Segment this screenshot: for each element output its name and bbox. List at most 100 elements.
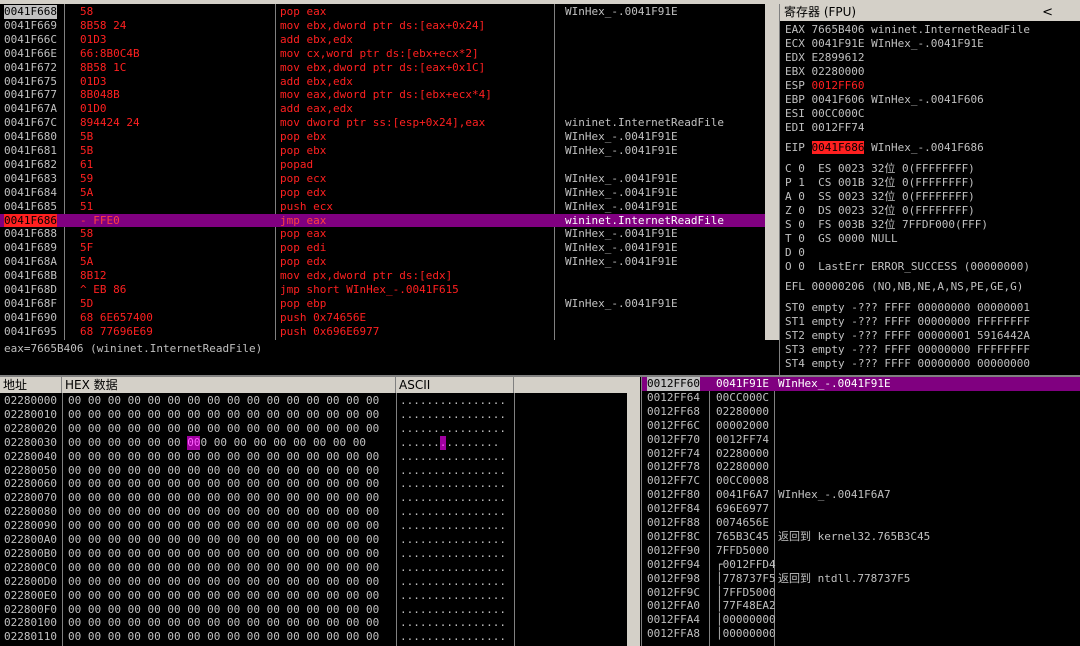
- stack-row[interactable]: 0012FF6C 00002000: [642, 419, 1080, 433]
- register-esp[interactable]: ESP 0012FF60: [785, 79, 864, 93]
- stack-row[interactable]: 0012FF94 ┌0012FFD4: [642, 558, 1080, 572]
- flag-line[interactable]: A 0 SS 0023 32位 0(FFFFFFFF): [785, 190, 975, 204]
- dump-row[interactable]: 02280090 00 00 00 00 00 00 00 00 00 00 00…: [0, 519, 628, 533]
- fpu-register[interactable]: ST1 empty -??? FFFF 00000000 FFFFFFFF: [785, 315, 1030, 329]
- flag-line[interactable]: D 0: [785, 246, 805, 260]
- register-eax[interactable]: EAX 7665B406 wininet.InternetReadFile: [785, 23, 1030, 37]
- stack-row[interactable]: 0012FF68 02280000: [642, 405, 1080, 419]
- disasm-row[interactable]: 0041F690 68 6E657400 push 0x74656E: [0, 311, 765, 325]
- disasm-row[interactable]: 0041F681 5B pop ebx WInHex_-.0041F91E: [0, 144, 765, 158]
- dump-row[interactable]: 02280070 00 00 00 00 00 00 00 00 00 00 00…: [0, 491, 628, 505]
- fpu-register[interactable]: ST4 empty -??? FFFF 00000000 00000000: [785, 357, 1030, 371]
- stack-row[interactable]: 0012FF70 0012FF74: [642, 433, 1080, 447]
- fpu-register[interactable]: ST3 empty -??? FFFF 00000000 FFFFFFFF: [785, 343, 1030, 357]
- disasm-hex: 5F: [80, 241, 94, 255]
- dump-col-hex[interactable]: HEX 数据: [62, 377, 396, 393]
- chevron-left-icon[interactable]: <: [1042, 4, 1053, 21]
- registers-title-bar[interactable]: 寄存器 (FPU) <: [780, 4, 1080, 21]
- stack-row[interactable]: 0012FF90 7FFD5000: [642, 544, 1080, 558]
- dump-row[interactable]: 02280080 00 00 00 00 00 00 00 00 00 00 00…: [0, 505, 628, 519]
- disasm-row[interactable]: 0041F68D ^ EB 86 jmp short WInHex_-.0041F6…: [0, 283, 765, 297]
- register-ebp[interactable]: EBP 0041F606 WInHex_-.0041F606: [785, 93, 984, 107]
- disasm-row[interactable]: 0041F682 61 popad: [0, 158, 765, 172]
- disasm-row[interactable]: 0041F675 01D3 add ebx,edx: [0, 75, 765, 89]
- disasm-row[interactable]: 0041F685 51 push ecx WInHex_-.0041F91E: [0, 200, 765, 214]
- disasm-hex: 59: [80, 171, 94, 185]
- register-eip[interactable]: EIP 0041F686 WInHex_-.0041F686: [785, 141, 984, 155]
- register-edi[interactable]: EDI 0012FF74: [785, 121, 864, 135]
- disasm-row[interactable]: 0041F689 5F pop edi WInHex_-.0041F91E: [0, 241, 765, 255]
- dump-row[interactable]: 022800D0 00 00 00 00 00 00 00 00 00 00 00…: [0, 575, 628, 589]
- dump-row[interactable]: 02280010 00 00 00 00 00 00 00 00 00 00 00…: [0, 408, 628, 422]
- register-efl[interactable]: EFL 00000206 (NO,NB,NE,A,NS,PE,GE,G): [785, 280, 1023, 294]
- disasm-row[interactable]: 0041F680 5B pop ebx WInHex_-.0041F91E: [0, 130, 765, 144]
- stack-row[interactable]: 0012FF7C 00CC0008: [642, 474, 1080, 488]
- register-edx[interactable]: EDX E2899612: [785, 51, 864, 65]
- dump-row[interactable]: 02280050 00 00 00 00 00 00 00 00 00 00 00…: [0, 464, 628, 478]
- stack-row[interactable]: 0012FF60 0041F91E WInHex_-.0041F91E: [642, 377, 1080, 391]
- disassembly-pane[interactable]: 0041F668 58 pop eax WInHex_-.0041F91E 0041F6…: [0, 4, 765, 340]
- stack-row[interactable]: 0012FFA8 │00000000: [642, 627, 1080, 641]
- selected-char[interactable]: .: [439, 435, 447, 450]
- disasm-row[interactable]: 0041F66C 01D3 add ebx,edx: [0, 33, 765, 47]
- flag-line[interactable]: T 0 GS 0000 NULL: [785, 232, 898, 246]
- register-ecx[interactable]: ECX 0041F91E WInHex_-.0041F91E: [785, 37, 984, 51]
- stack-row[interactable]: 0012FF9C │7FFD5000: [642, 586, 1080, 600]
- disasm-row[interactable]: 0041F672 8B58 1C mov ebx,dword ptr ds:[eax…: [0, 61, 765, 75]
- dump-row[interactable]: 022800A0 00 00 00 00 00 00 00 00 00 00 00…: [0, 533, 628, 547]
- dump-row[interactable]: 022800B0 00 00 00 00 00 00 00 00 00 00 00…: [0, 547, 628, 561]
- dump-row[interactable]: 022800C0 00 00 00 00 00 00 00 00 00 00 00…: [0, 561, 628, 575]
- disasm-row[interactable]: 0041F686 - FFE0 jmp eax wininet.InternetRea…: [0, 213, 765, 228]
- flag-line[interactable]: S 0 FS 003B 32位 7FFDF000(FFF): [785, 218, 988, 232]
- stack-row[interactable]: 0012FF88 0074656E: [642, 516, 1080, 530]
- disassembly-scrollbar[interactable]: [765, 4, 779, 340]
- flag-line[interactable]: O 0 LastErr ERROR_SUCCESS (00000000): [785, 260, 1030, 274]
- stack-row[interactable]: 0012FF98 │778737F5 返回到 ntdll.778737F5: [642, 572, 1080, 586]
- dump-col-ascii[interactable]: ASCII: [396, 377, 514, 393]
- disasm-row[interactable]: 0041F677 8B048B mov eax,dword ptr ds:[ebx+…: [0, 88, 765, 102]
- disasm-row[interactable]: 0041F688 58 pop eax WInHex_-.0041F91E: [0, 227, 765, 241]
- stack-row[interactable]: 0012FF84 696E6977: [642, 502, 1080, 516]
- hex-dump-pane[interactable]: 02280000 00 00 00 00 00 00 00 00 00 00 00…: [0, 393, 628, 646]
- stack-row[interactable]: 0012FF8C 765B3C45 返回到 kernel32.765B3C45: [642, 530, 1080, 544]
- fpu-register[interactable]: ST2 empty -??? FFFF 00000001 5916442A: [785, 329, 1030, 343]
- stack-row[interactable]: 0012FFA4 │00000000: [642, 613, 1080, 627]
- disasm-row[interactable]: 0041F68B 8B12 mov edx,dword ptr ds:[edx]: [0, 269, 765, 283]
- dump-row[interactable]: 02280100 00 00 00 00 00 00 00 00 00 00 00…: [0, 616, 628, 630]
- dump-row[interactable]: 02280040 00 00 00 00 00 00 00 00 00 00 00…: [0, 450, 628, 464]
- disasm-hex: 68 6E657400: [80, 310, 153, 324]
- disasm-row[interactable]: 0041F68F 5D pop ebp WInHex_-.0041F91E: [0, 297, 765, 311]
- registers-pane[interactable]: 寄存器 (FPU) < EAX 7665B406 wininet.Interne…: [779, 4, 1080, 375]
- register-esi[interactable]: ESI 00CC000C: [785, 107, 864, 121]
- selected-byte[interactable]: 00: [187, 435, 201, 450]
- flag-line[interactable]: P 1 CS 001B 32位 0(FFFFFFFF): [785, 176, 975, 190]
- disasm-row[interactable]: 0041F683 59 pop ecx WInHex_-.0041F91E: [0, 172, 765, 186]
- dump-row[interactable]: 022800F0 00 00 00 00 00 00 00 00 00 00 00…: [0, 603, 628, 617]
- dump-col-addr[interactable]: 地址: [0, 377, 62, 393]
- stack-row[interactable]: 0012FF74 02280000: [642, 447, 1080, 461]
- dump-row[interactable]: 02280030 00 00 00 00 00 00 00 00 00 00 00…: [0, 435, 628, 450]
- stack-row[interactable]: 0012FF80 0041F6A7 WInHex_-.0041F6A7: [642, 488, 1080, 502]
- fpu-register[interactable]: ST0 empty -??? FFFF 00000000 00000001: [785, 301, 1030, 315]
- register-ebx[interactable]: EBX 02280000: [785, 65, 864, 79]
- disasm-row[interactable]: 0041F684 5A pop edx WInHex_-.0041F91E: [0, 186, 765, 200]
- dump-row[interactable]: 02280020 00 00 00 00 00 00 00 00 00 00 00…: [0, 422, 628, 436]
- dump-row[interactable]: 02280110 00 00 00 00 00 00 00 00 00 00 00…: [0, 630, 628, 644]
- stack-row[interactable]: 0012FF64 00CC000C: [642, 391, 1080, 405]
- stack-pane[interactable]: 0012FF60 0041F91E WInHex_-.0041F91E 0012FF6…: [641, 377, 1080, 646]
- stack-row[interactable]: 0012FF78 02280000: [642, 460, 1080, 474]
- disasm-row[interactable]: 0041F669 8B58 24 mov ebx,dword ptr ds:[eax…: [0, 19, 765, 33]
- disasm-row[interactable]: 0041F68A 5A pop edx WInHex_-.0041F91E: [0, 255, 765, 269]
- disasm-row[interactable]: 0041F695 68 77696E69 push 0x696E6977: [0, 325, 765, 339]
- dump-row[interactable]: 02280000 00 00 00 00 00 00 00 00 00 00 00…: [0, 394, 628, 408]
- disasm-row[interactable]: 0041F67C 894424 24 mov dword ptr ss:[esp+0…: [0, 116, 765, 130]
- dump-row[interactable]: 022800E0 00 00 00 00 00 00 00 00 00 00 00…: [0, 589, 628, 603]
- disasm-row[interactable]: 0041F67A 01D0 add eax,edx: [0, 102, 765, 116]
- flag-line[interactable]: C 0 ES 0023 32位 0(FFFFFFFF): [785, 162, 975, 176]
- stack-row[interactable]: 0012FFA0 │77F48EA2: [642, 599, 1080, 613]
- dump-scrollbar[interactable]: [627, 377, 640, 646]
- flag-line[interactable]: Z 0 DS 0023 32位 0(FFFFFFFF): [785, 204, 975, 218]
- dump-row[interactable]: 02280060 00 00 00 00 00 00 00 00 00 00 00…: [0, 477, 628, 491]
- disasm-row[interactable]: 0041F66E 66:8B0C4B mov cx,word ptr ds:[ebx…: [0, 47, 765, 61]
- disasm-row[interactable]: 0041F668 58 pop eax WInHex_-.0041F91E: [0, 5, 765, 19]
